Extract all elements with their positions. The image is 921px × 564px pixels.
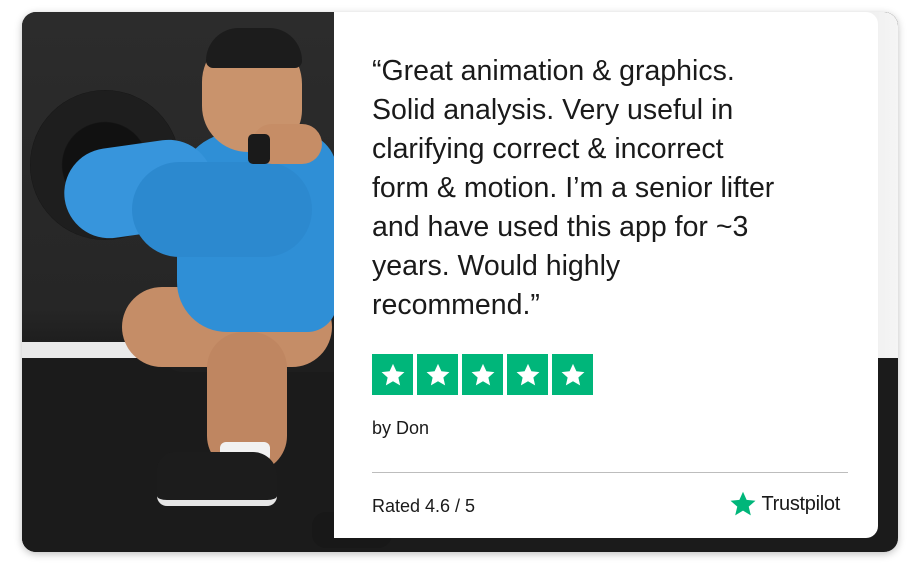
star-rating [372, 354, 593, 395]
smartwatch [248, 134, 270, 164]
star-icon [552, 354, 593, 395]
brand-name: Trustpilot [761, 492, 840, 515]
trustpilot-logo[interactable]: Trustpilot [729, 490, 840, 518]
review-quote: “Great animation & graphics. Solid analy… [372, 55, 775, 321]
arm [132, 162, 312, 257]
trustpilot-star-icon [731, 491, 756, 516]
star-icon [507, 354, 548, 395]
divider [372, 472, 848, 473]
testimonial-card: “Great animation & graphics. Solid analy… [22, 12, 898, 552]
review-author: by Don [372, 418, 430, 438]
star-icon [462, 354, 503, 395]
star-icon [372, 354, 413, 395]
hair [206, 28, 302, 68]
shoe [157, 452, 277, 506]
star-icon [417, 354, 458, 395]
overall-rating: Rated 4.6 / 5 [372, 496, 476, 516]
review-panel: “Great animation & graphics. Solid analy… [334, 12, 878, 538]
